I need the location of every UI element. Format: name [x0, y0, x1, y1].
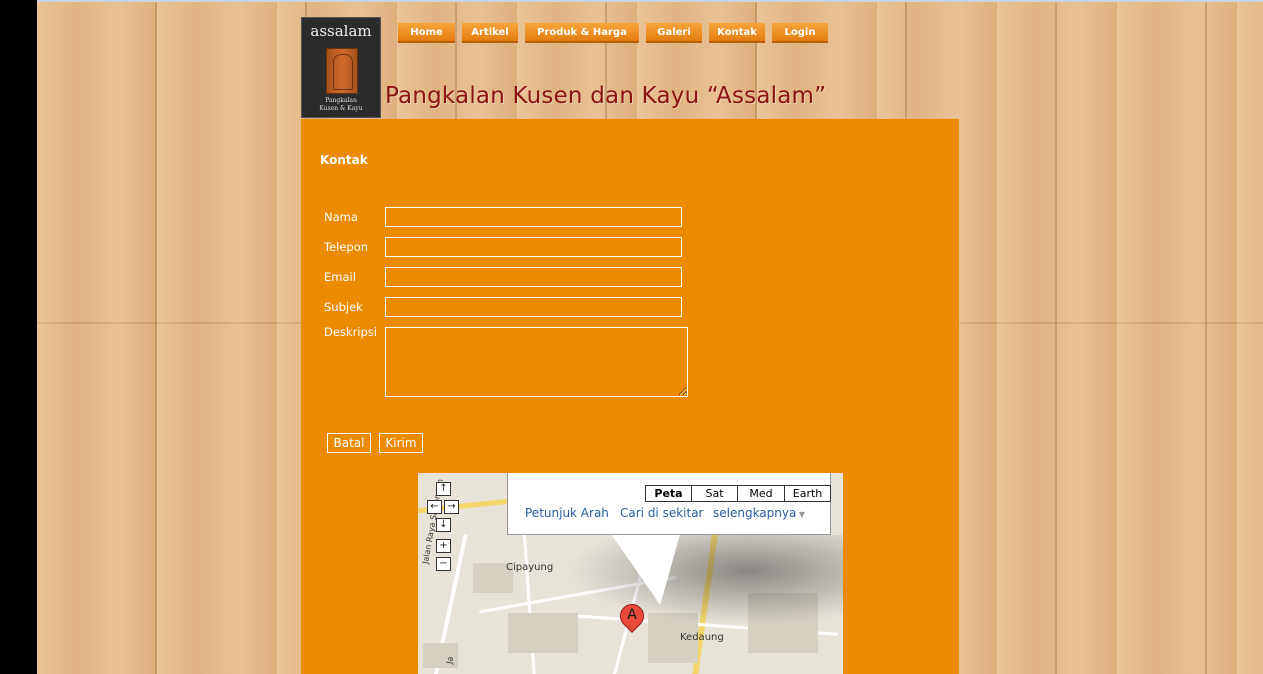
logo-word: assalam — [310, 22, 372, 40]
chevron-down-icon: ▼ — [796, 510, 806, 519]
email-label: Email — [324, 270, 356, 284]
map-type-sat[interactable]: Sat — [691, 485, 738, 502]
nav-login[interactable]: Login — [772, 23, 828, 43]
nav-home[interactable]: Home — [398, 23, 455, 43]
nav-artikel[interactable]: Artikel — [462, 23, 518, 43]
search-nearby-link[interactable]: Cari di sekitar — [620, 506, 704, 520]
logo-subtitle: Pangkalan Kusen & Kayu — [302, 97, 380, 113]
site-title: Pangkalan Kusen dan Kayu “Assalam” — [385, 83, 827, 109]
pan-down-icon[interactable]: ↓ — [436, 518, 451, 532]
door-icon — [326, 48, 358, 94]
map-type-earth[interactable]: Earth — [784, 485, 831, 502]
phone-field[interactable] — [385, 237, 682, 257]
location-map[interactable]: Cipayung Kedaung Jalan Raya Sawangan Ja … — [418, 473, 843, 674]
nav-galeri[interactable]: Galeri — [646, 23, 702, 43]
subject-field[interactable] — [385, 297, 682, 317]
description-label: Deskripsi — [324, 325, 377, 339]
map-type-med[interactable]: Med — [737, 485, 785, 502]
logo-subtitle-line1: Pangkalan — [325, 97, 357, 104]
nav-produk-harga[interactable]: Produk & Harga — [525, 23, 639, 43]
more-link-label: selengkapnya — [713, 506, 797, 520]
more-link[interactable]: selengkapnya ▼ — [713, 506, 805, 520]
email-field[interactable] — [385, 267, 682, 287]
pan-left-icon[interactable]: ← — [427, 500, 442, 514]
submit-button[interactable]: Kirim — [379, 433, 423, 453]
zoom-out-icon[interactable]: − — [436, 557, 451, 571]
nav-kontak[interactable]: Kontak — [709, 23, 765, 43]
map-place-label: Cipayung — [506, 562, 554, 573]
subject-label: Subjek — [324, 300, 363, 314]
map-marker-letter: A — [627, 607, 637, 623]
map-road-label: Ja — [445, 655, 456, 665]
name-field[interactable] — [385, 207, 682, 227]
pan-up-icon[interactable]: ↑ — [436, 482, 451, 496]
browser-top-line — [37, 0, 1263, 2]
cancel-button[interactable]: Batal — [327, 433, 371, 453]
content-panel: Kontak Nama Telepon Email Subjek Deskrip… — [301, 119, 959, 674]
map-place-label: Kedaung — [680, 632, 724, 643]
logo-subtitle-line2: Kusen & Kayu — [319, 105, 363, 112]
info-bubble: Peta Sat Med Earth Petunjuk Arah Cari di… — [507, 473, 831, 535]
site-logo[interactable]: assalam Pangkalan Kusen & Kayu — [301, 17, 381, 118]
zoom-in-icon[interactable]: + — [436, 539, 451, 553]
pan-right-icon[interactable]: → — [444, 500, 459, 514]
directions-link[interactable]: Petunjuk Arah — [525, 506, 609, 520]
phone-label: Telepon — [324, 240, 369, 254]
name-label: Nama — [324, 210, 358, 224]
page-title: Kontak — [320, 153, 368, 167]
description-textarea[interactable] — [385, 327, 688, 397]
map-type-peta[interactable]: Peta — [645, 485, 692, 502]
